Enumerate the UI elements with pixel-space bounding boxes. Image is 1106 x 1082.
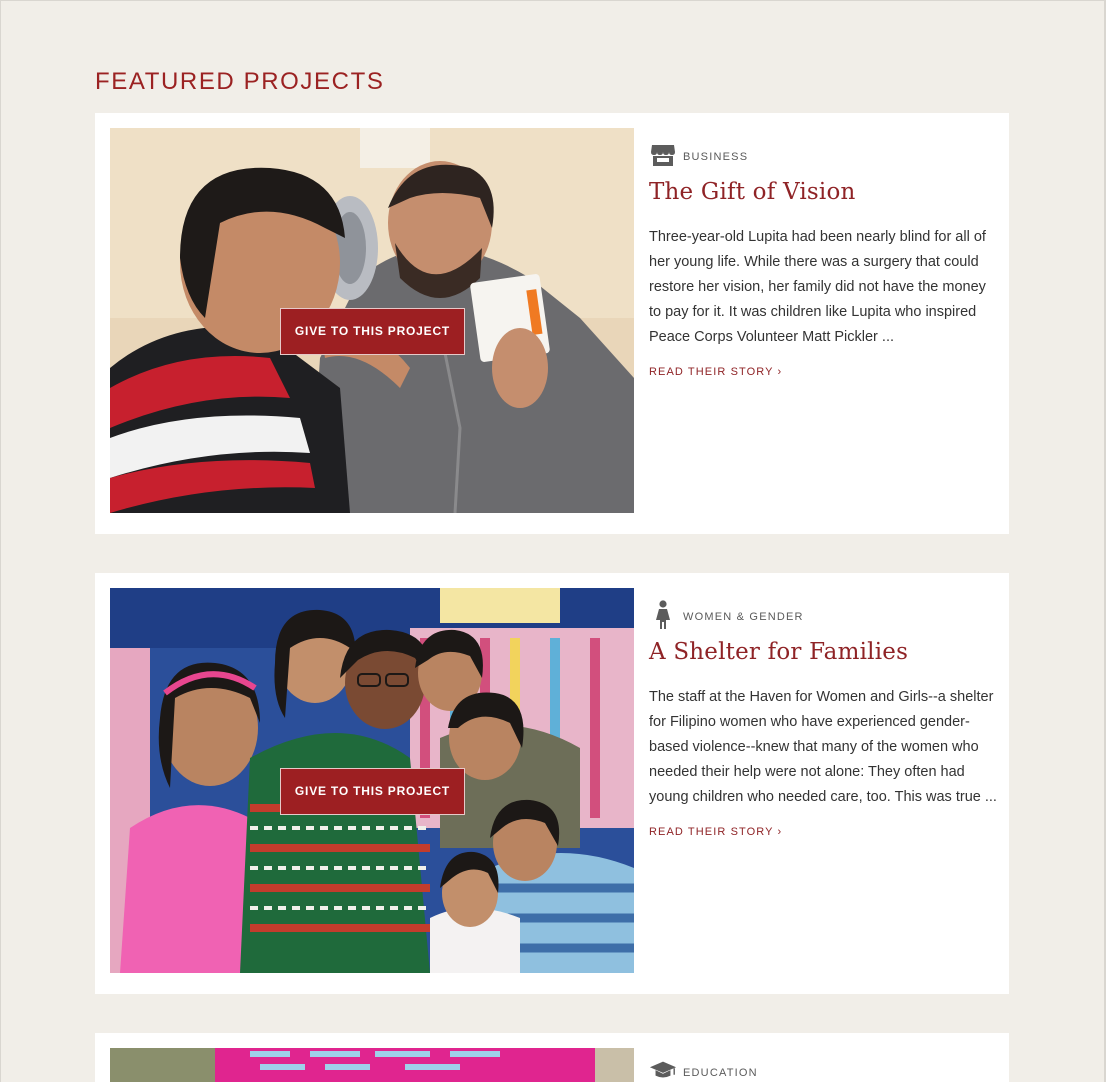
project-category[interactable]: WOMEN & GENDER	[649, 600, 999, 629]
read-their-story-link[interactable]: READ THEIR STORY ›	[649, 826, 782, 838]
project-category[interactable]: EDUCATION	[649, 1061, 999, 1081]
woman-icon	[649, 600, 677, 629]
category-label: BUSINESS	[683, 151, 749, 163]
project-card: EDUCATION	[95, 1033, 1009, 1082]
project-title[interactable]: The Gift of Vision	[649, 179, 999, 205]
project-photo[interactable]: GIVE TO THIS PROJECT	[110, 588, 634, 973]
section-title: FEATURED PROJECTS	[95, 68, 385, 95]
project-card: GIVE TO THIS PROJECT WOMEN & GENDER A Sh…	[95, 573, 1009, 994]
category-label: EDUCATION	[683, 1067, 758, 1079]
project-excerpt: The staff at the Haven for Women and Gir…	[649, 689, 997, 805]
project-card: GIVE TO THIS PROJECT BUSINESS The Gift o…	[95, 113, 1009, 534]
frame-edge	[0, 0, 1106, 1]
give-to-project-button[interactable]: GIVE TO THIS PROJECT	[280, 308, 465, 355]
project-excerpt: Three-year-old Lupita had been nearly bl…	[649, 229, 986, 345]
read-their-story-link[interactable]: READ THEIR STORY ›	[649, 366, 782, 378]
project-photo[interactable]	[110, 1048, 634, 1082]
category-label: WOMEN & GENDER	[683, 611, 804, 623]
project-info: WOMEN & GENDER A Shelter for Families Th…	[649, 600, 999, 840]
project-photo[interactable]: GIVE TO THIS PROJECT	[110, 128, 634, 513]
project-info: BUSINESS The Gift of Vision Three-year-o…	[649, 141, 999, 380]
give-to-project-button[interactable]: GIVE TO THIS PROJECT	[280, 768, 465, 815]
frame-edge	[0, 0, 1, 1082]
project-info: EDUCATION	[649, 1061, 999, 1081]
project-title[interactable]: A Shelter for Families	[649, 639, 999, 665]
project-category[interactable]: BUSINESS	[649, 141, 999, 169]
storefront-icon	[649, 141, 677, 169]
graduation-cap-icon	[649, 1061, 677, 1081]
classroom-photo	[110, 1048, 634, 1082]
